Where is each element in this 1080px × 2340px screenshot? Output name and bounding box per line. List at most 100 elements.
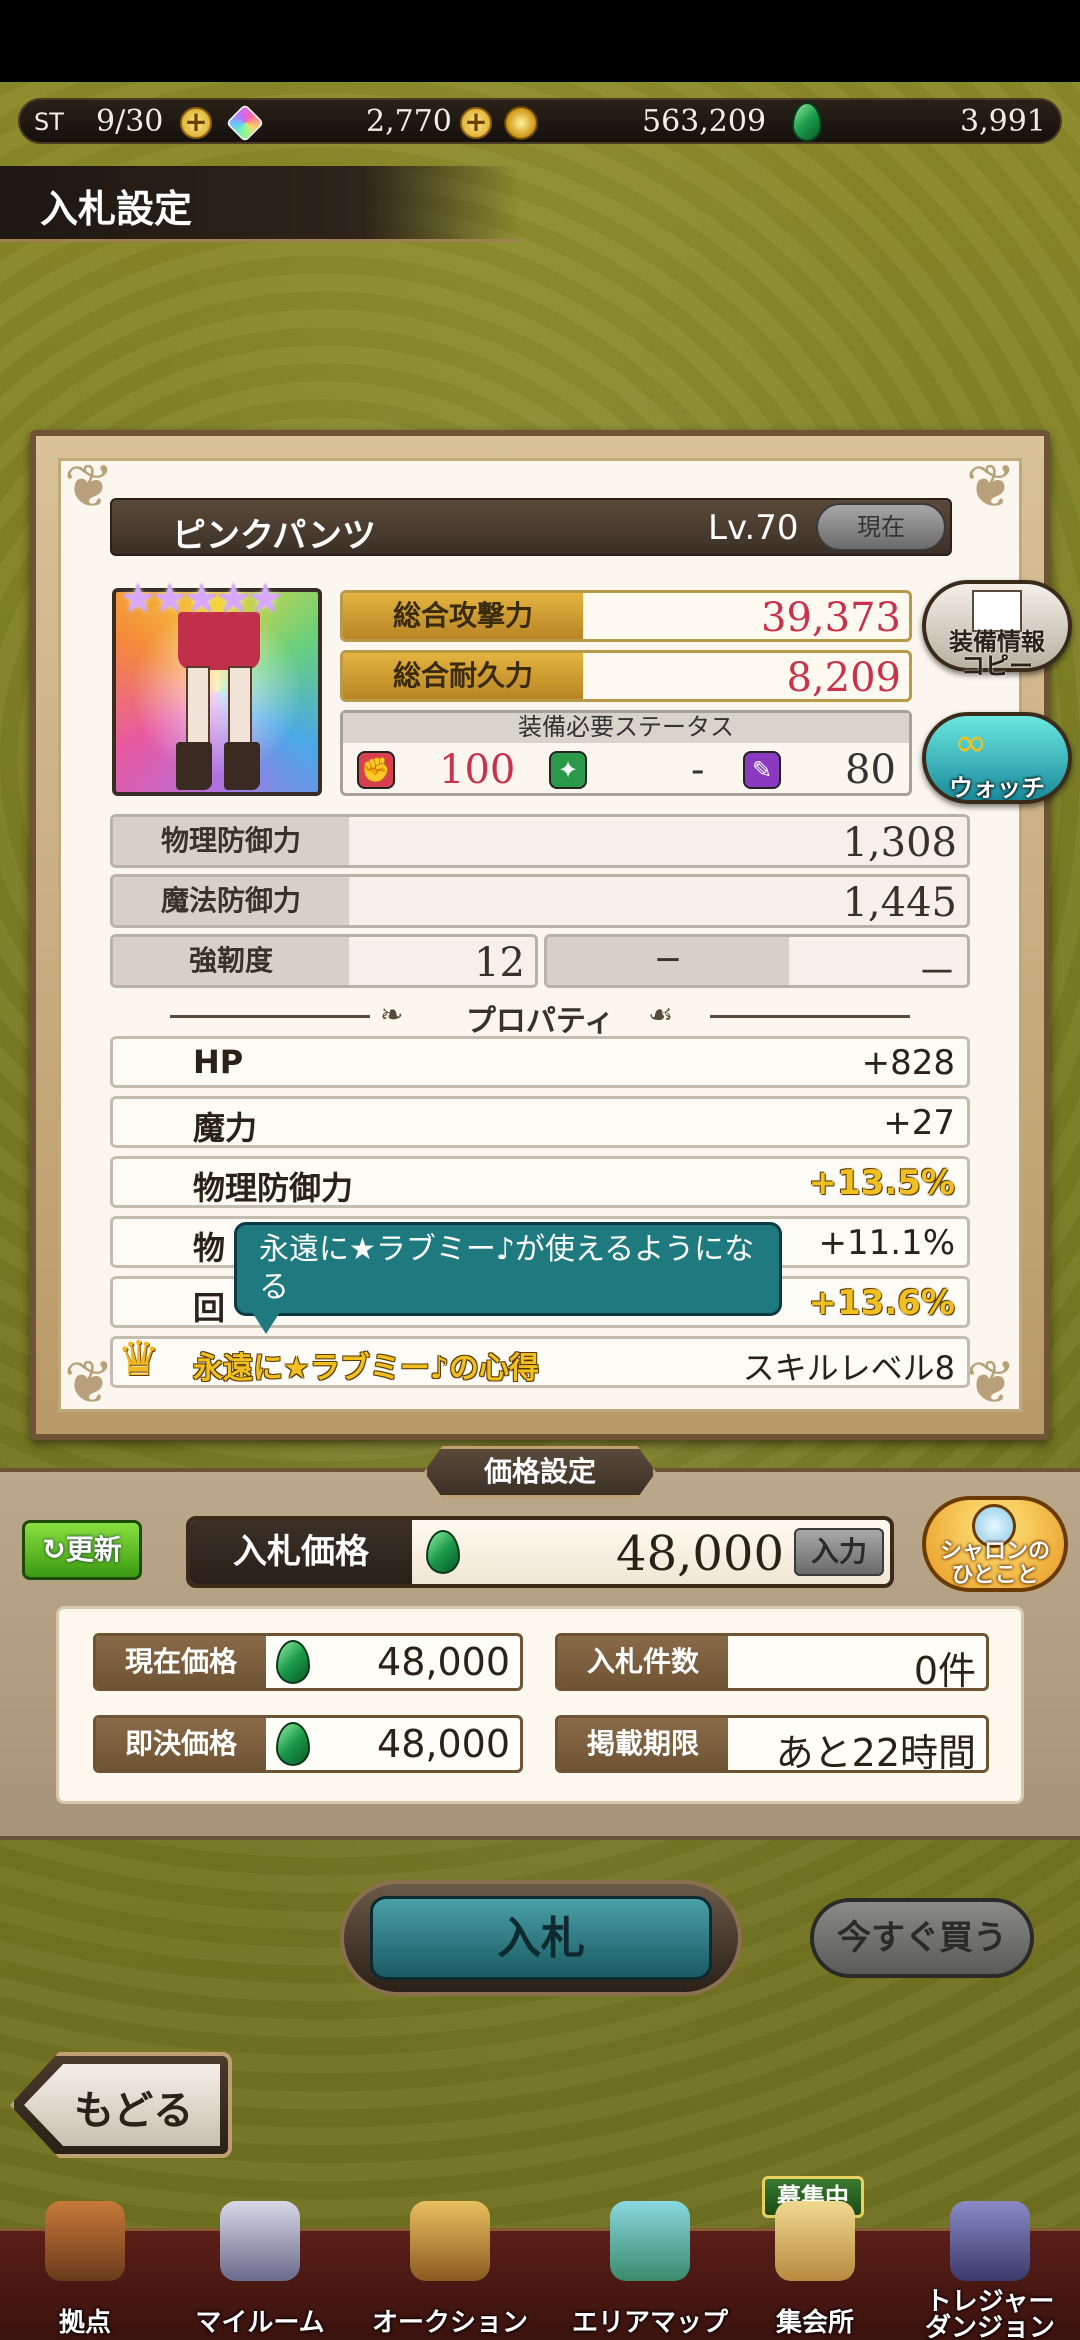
bid-price-label: 入札価格 (190, 1520, 412, 1584)
auction-info-box: 現在価格 48,000 入札件数 0件 即決価格 48,000 掲載期限 あと2… (56, 1606, 1024, 1804)
power-fist-icon: ✊ (357, 751, 395, 789)
bid-button-frame: 入札 (340, 1880, 742, 1996)
page-title: 入札設定 (40, 187, 193, 231)
bottom-nav: 拠点 マイルーム オークション エリアマップ 集会所 トレジャー ダンジョン (0, 2201, 1080, 2340)
magic-wand-icon: ✎ (743, 751, 781, 789)
glasses-icon: ∞ (954, 720, 988, 766)
deadline-value: あと22時間 (775, 1731, 976, 1773)
property-value: +27 (883, 1103, 955, 1143)
gold-coin-icon (504, 106, 538, 140)
add-gems-button[interactable]: + (460, 107, 492, 139)
current-price-cell: 現在価格 48,000 (93, 1633, 523, 1691)
green-gem-icon (426, 1530, 460, 1574)
magic-defense-row: 魔法防御力 1,445 (110, 874, 970, 928)
bid-count-value: 0件 (913, 1649, 976, 1691)
item-name: ピンクパンツ (172, 516, 376, 556)
nav-item-auction[interactable]: オークション (350, 2201, 550, 2340)
physical-defense-row: 物理防御力 1,308 (110, 814, 970, 868)
physical-defense-value: 1,308 (842, 820, 957, 866)
nav-item-assembly[interactable]: 集会所 (750, 2201, 880, 2340)
toughness-value: 12 (474, 940, 525, 986)
back-label: もどる (74, 2088, 194, 2134)
required-status-title: 装備必要ステータス (343, 713, 909, 743)
rainbow-gem-count: 2,770 (366, 104, 452, 139)
gavel-icon (410, 2201, 490, 2281)
input-button[interactable]: 入力 (794, 1528, 884, 1576)
bid-count-label: 入札件数 (558, 1636, 728, 1688)
scroll-ornament-icon: ☙ (648, 998, 674, 1031)
sharon-advice-button[interactable]: シャロンの ひとこと (922, 1496, 1068, 1592)
property-header: ❧ プロパティ ☙ (170, 996, 910, 1039)
page-header: 入札設定 (0, 166, 520, 242)
deadline-label: 掲載期限 (558, 1718, 728, 1770)
stamina-value: 9/30 (96, 104, 164, 139)
nav-item-myroom[interactable]: マイルーム (170, 2201, 350, 2340)
gold-count: 563,209 (642, 104, 767, 139)
magic-defense-value: 1,445 (842, 880, 957, 926)
toughness-row: 強靭度 12 (110, 934, 538, 988)
magic-defense-label: 魔法防御力 (113, 877, 349, 925)
document-icon (972, 590, 1022, 632)
green-gem-icon (276, 1722, 310, 1766)
total-attack-row: 総合攻撃力 39,373 (340, 590, 912, 642)
required-status-box: 装備必要ステータス ✊ 100 ✦ - ✎ 80 (340, 710, 912, 796)
total-durability-value: 8,209 (786, 655, 901, 701)
property-row: 物理防御力 +13.5% (110, 1156, 970, 1208)
nav-label: 拠点 (58, 2308, 111, 2338)
required-skill: - (691, 747, 705, 793)
nav-label: 集会所 (775, 2308, 854, 2338)
bid-count-cell: 入札件数 0件 (555, 1633, 989, 1691)
bid-button[interactable]: 入札 (370, 1896, 712, 1980)
item-level: Lv.70 (708, 508, 799, 548)
corner-ornament-icon: ❦ (965, 452, 1017, 522)
bid-price-input[interactable]: 入札価格 48,000 入力 (186, 1516, 894, 1588)
price-settings-title: 価格設定 (424, 1446, 656, 1498)
refresh-label: 更新 (65, 1533, 122, 1566)
skill-row[interactable]: ♛ 永遠に★ラブミー♪の心得 スキルレベル8 (110, 1331, 970, 1388)
buy-now-button[interactable]: 今すぐ買う (810, 1898, 1034, 1978)
watch-button[interactable]: ∞ ウォッチ (922, 712, 1072, 804)
property-name: 物理防御力 (193, 1169, 354, 1207)
buyout-price-label: 即決価格 (96, 1718, 266, 1770)
current-price-label: 現在価格 (96, 1636, 266, 1688)
resource-status-bar: ST 9/30 + 2,770 + 563,209 3,991 (18, 98, 1062, 144)
property-name: 物 (193, 1229, 226, 1267)
extra-stat-row: － － (544, 934, 970, 988)
total-attack-value: 39,373 (761, 595, 901, 641)
property-value: +828 (861, 1043, 955, 1083)
physical-defense-label: 物理防御力 (113, 817, 349, 865)
skill-tooltip-tail (252, 1312, 280, 1334)
nav-item-base[interactable]: 拠点 (0, 2201, 170, 2340)
current-badge: 現在 (816, 503, 946, 551)
nav-label: トレジャー ダンジョン (924, 2287, 1055, 2340)
total-durability-label: 総合耐久力 (343, 653, 583, 699)
nav-label: エリアマップ (571, 2308, 728, 2338)
green-gem-count: 3,991 (960, 104, 1046, 139)
copy-equipment-info-label: 装備情報 コピー (949, 628, 1045, 680)
crown-icon: ♛ (117, 1331, 161, 1387)
deadline-cell: 掲載期限 あと22時間 (555, 1715, 989, 1773)
extra-stat-value: － (917, 950, 957, 988)
property-name: HP (193, 1043, 244, 1081)
total-durability-row: 総合耐久力 8,209 (340, 650, 912, 702)
rarity-stars: ★★★★★ (120, 576, 283, 622)
gate-icon (950, 2201, 1030, 2281)
nav-label: マイルーム (195, 2308, 325, 2338)
map-icon (610, 2201, 690, 2281)
buyout-price-value: 48,000 (377, 1722, 510, 1766)
property-row: HP +828 (110, 1036, 970, 1088)
nav-item-area-map[interactable]: エリアマップ (550, 2201, 750, 2340)
required-magic: 80 (845, 747, 896, 793)
copy-equipment-info-button[interactable]: 装備情報 コピー (922, 580, 1072, 678)
nav-item-treasure-dungeon[interactable]: トレジャー ダンジョン (900, 2201, 1080, 2340)
green-gem-icon (276, 1640, 310, 1684)
property-value: +13.6% (808, 1283, 955, 1323)
property-name: 魔力 (193, 1109, 258, 1147)
toughness-label: 強靭度 (113, 937, 349, 985)
add-stamina-button[interactable]: + (180, 107, 212, 139)
property-value: +13.5% (808, 1163, 955, 1203)
refresh-button[interactable]: ↻更新 (22, 1520, 142, 1580)
item-name-bar: ピンクパンツ Lv.70 現在 (110, 498, 952, 556)
total-attack-label: 総合攻撃力 (343, 593, 583, 639)
property-title: プロパティ (465, 1004, 615, 1039)
